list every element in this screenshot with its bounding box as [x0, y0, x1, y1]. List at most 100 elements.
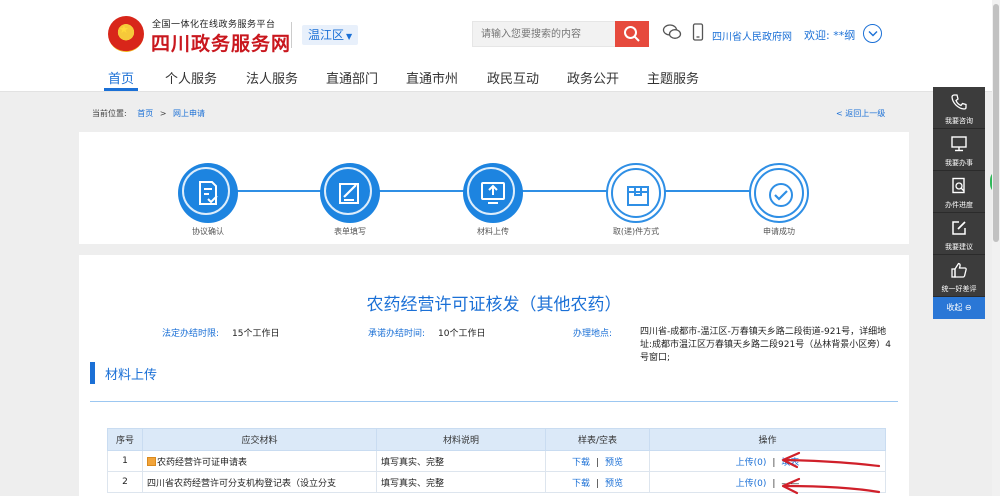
legal-time-label: 法定办结时限: — [162, 329, 220, 339]
material-name: 农药经营许可证申请表 — [157, 457, 248, 468]
row-material: 农药经营许可证申请表 — [142, 450, 377, 472]
breadcrumb-arrow: > — [159, 109, 167, 118]
scrollbar-thumb[interactable] — [993, 4, 999, 242]
sidebar-item-label: 我要办事 — [945, 159, 973, 167]
region-label: 温江区 — [308, 28, 345, 42]
promise-time-label: 承诺办结时间: — [368, 329, 426, 339]
sidebar-item-consult[interactable]: 我要咨询 — [933, 87, 985, 129]
user-menu-toggle[interactable] — [863, 24, 882, 43]
row-material: 四川省农药经营许可分支机构登记表（设立分支 — [142, 471, 377, 493]
step-label-agreement: 协议确认 — [192, 227, 224, 236]
step-label-success: 申请成功 — [763, 227, 795, 236]
location-label: 办理地点: — [573, 329, 613, 339]
breadcrumb-home[interactable]: 首页 — [137, 109, 153, 118]
document-check-icon — [199, 181, 218, 205]
step-label-form: 表单填写 — [334, 227, 366, 236]
site-name[interactable]: 四川政务服务网 — [151, 29, 291, 56]
separator: | — [595, 478, 600, 489]
sidebar-item-progress[interactable]: 办件进度 — [933, 171, 985, 213]
step-form — [320, 163, 380, 223]
separator: | — [595, 457, 600, 468]
section-marker — [90, 362, 95, 384]
step-agreement — [178, 163, 238, 223]
preview-link[interactable]: 预览 — [605, 458, 623, 468]
nav-gov-affairs[interactable]: 政务公开 — [567, 68, 619, 87]
thumbs-up-icon — [951, 262, 967, 278]
check-circle-icon — [769, 183, 793, 207]
step-label-upload: 材料上传 — [477, 227, 509, 236]
download-link[interactable]: 下载 — [572, 458, 590, 468]
col-header-sample: 样表/空表 — [545, 428, 650, 451]
wechat-icon[interactable] — [662, 23, 682, 41]
sidebar-item-suggest[interactable]: 我要建议 — [933, 213, 985, 255]
row-desc: 填写真实、完整 — [376, 471, 546, 493]
col-header-desc: 材料说明 — [376, 428, 546, 451]
sidebar-item-rating[interactable]: 统一好差评 — [933, 255, 985, 297]
upload-link[interactable]: 上传(0) — [736, 458, 767, 468]
nav-departments[interactable]: 直通部门 — [326, 68, 378, 87]
row-sample: 下载 | 预览 — [545, 471, 650, 493]
row-desc: 填写真实、完整 — [376, 450, 546, 472]
sidebar-item-label: 统一好差评 — [941, 285, 977, 293]
nav-home[interactable]: 首页 — [108, 68, 134, 87]
annotation-arrow-lower — [783, 484, 881, 494]
phone-icon — [951, 94, 967, 110]
edit-form-icon — [339, 183, 359, 204]
step-delivery — [606, 163, 666, 223]
nav-themes[interactable]: 主题服务 — [647, 68, 699, 87]
col-header-no: 序号 — [107, 428, 143, 451]
nav-interaction[interactable]: 政民互动 — [487, 68, 539, 87]
table-row: 2 四川省农药经营许可分支机构登记表（设立分支 填写真实、完整 下载 | 预览 上传… — [107, 471, 886, 493]
edit-icon — [952, 221, 966, 235]
package-box-icon — [627, 186, 649, 206]
annotation-arrows — [781, 451, 881, 495]
breadcrumb-prefix: 当前位置: — [92, 109, 127, 118]
progress-search-icon — [952, 177, 965, 194]
caret-down-icon: ▼ — [346, 32, 353, 41]
sidebar-item-label: 我要咨询 — [945, 117, 973, 125]
location-value: 四川省-成都市-温江区-万春镇天乡路二段街道-921号，详细地址:成都市温江区万… — [640, 327, 891, 363]
nav-active-indicator — [104, 88, 138, 91]
gov-portal-link[interactable]: 四川省人民政府网 — [712, 28, 792, 43]
search-button[interactable] — [615, 21, 649, 47]
welcome-user[interactable]: 欢迎: **纲 — [804, 27, 855, 43]
search-icon — [624, 26, 640, 42]
service-title: 农药经营许可证核发（其他农药） — [366, 295, 622, 315]
main-nav: 首页 个人服务 法人服务 直通部门 直通市州 政民互动 政务公开 主题服务 — [0, 66, 1000, 92]
step-upload — [463, 163, 523, 223]
annotation-arrow-upper — [783, 458, 881, 468]
table-header-row: 序号 应交材料 材料说明 样表/空表 操作 — [107, 428, 886, 451]
section-divider — [90, 401, 898, 402]
row-no: 1 — [107, 450, 143, 472]
region-selector[interactable]: 温江区 ▼ — [302, 25, 359, 45]
floating-sidebar: 我要咨询 我要办事 办件进度 我要建议 统一好差评 收起 ⊖ — [933, 87, 985, 319]
preview-link[interactable]: 预览 — [605, 479, 623, 489]
col-header-material: 应交材料 — [142, 428, 377, 451]
phone-icon[interactable] — [692, 23, 704, 41]
promise-time-value: 10个工作日 — [438, 329, 486, 339]
search-input[interactable] — [472, 21, 616, 47]
back-link[interactable]: < 返回上一级 — [836, 108, 885, 119]
document-icon — [147, 456, 156, 466]
materials-table: 序号 应交材料 材料说明 样表/空表 操作 1 农药经营许可证申请表 填写真实、… — [107, 428, 886, 493]
nav-personal[interactable]: 个人服务 — [165, 68, 217, 87]
legal-time-value: 15个工作日 — [232, 329, 280, 339]
table-row: 1 农药经营许可证申请表 填写真实、完整 下载 | 预览 上传(0) | 填表 — [107, 450, 886, 472]
sidebar-item-label: 办件进度 — [945, 201, 973, 209]
sidebar-item-apply[interactable]: 我要办事 — [933, 129, 985, 171]
upload-monitor-icon — [481, 182, 505, 204]
nav-cities[interactable]: 直通市州 — [406, 68, 458, 87]
row-no: 2 — [107, 471, 143, 493]
upload-link[interactable]: 上传(0) — [736, 479, 767, 489]
breadcrumb-current[interactable]: 网上申请 — [173, 109, 205, 118]
emblem-icon: ★ — [108, 16, 144, 52]
sidebar-item-label: 我要建议 — [945, 243, 973, 251]
sidebar-collapse-button[interactable]: 收起 ⊖ — [933, 297, 985, 319]
nav-legal-entity[interactable]: 法人服务 — [246, 68, 298, 87]
download-link[interactable]: 下载 — [572, 479, 590, 489]
section-title: 材料上传 — [105, 368, 158, 383]
step-label-delivery: 取(递)件方式 — [612, 227, 660, 236]
chevron-down-icon — [868, 31, 878, 37]
breadcrumb: 当前位置: 首页 > 网上申请 — [92, 108, 205, 119]
row-sample: 下载 | 预览 — [545, 450, 650, 472]
